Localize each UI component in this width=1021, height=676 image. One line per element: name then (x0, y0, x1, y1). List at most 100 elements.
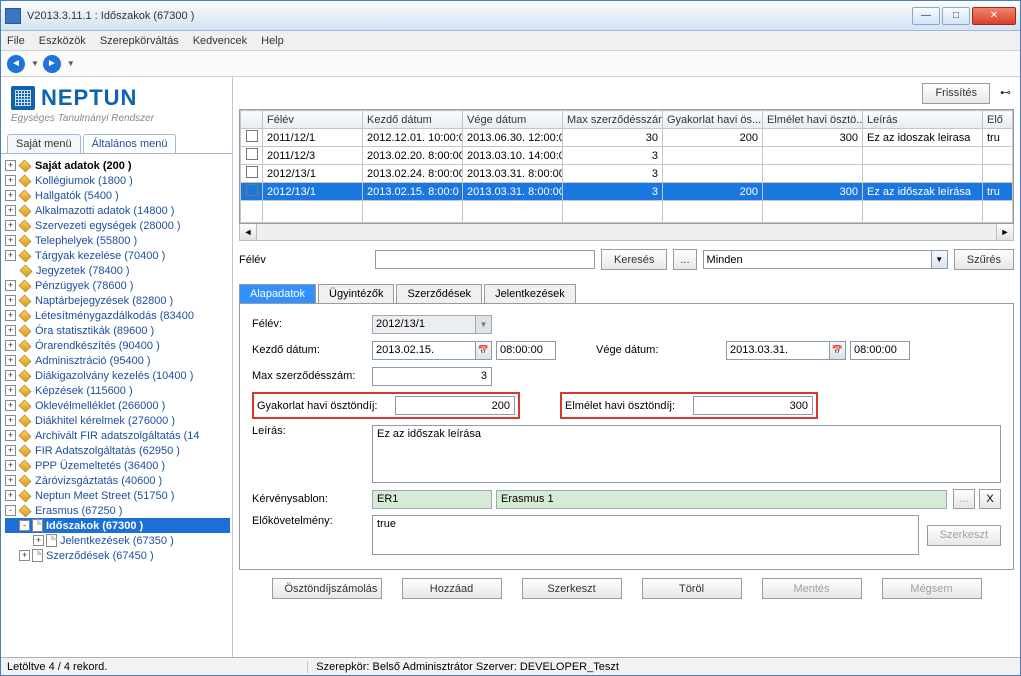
tab-szerzodesek[interactable]: Szerződések (396, 284, 482, 303)
menu-file[interactable]: File (7, 35, 25, 47)
tree-item[interactable]: +Kollégiumok (1800 ) (5, 173, 230, 188)
vege-time-input[interactable] (850, 341, 910, 360)
expand-icon[interactable]: + (5, 160, 16, 171)
tree-item[interactable]: +PPP Üzemeltetés (36400 ) (5, 458, 230, 473)
tree-item[interactable]: +Órarendkészítés (90400 ) (5, 338, 230, 353)
expand-icon[interactable]: + (5, 355, 16, 366)
menu-eszkozok[interactable]: Eszközök (39, 35, 86, 47)
data-grid[interactable]: FélévKezdő dátumVége dátumMax szerződéss… (239, 109, 1014, 224)
table-row[interactable]: 2011/12/32013.02.20. 8:00:002013.03.10. … (241, 147, 1013, 165)
szerkeszt-button[interactable]: Szerkeszt (522, 578, 622, 599)
scroll-left-icon[interactable]: ◄ (240, 224, 257, 240)
column-header[interactable]: Gyakorlat havi ös... (663, 111, 763, 129)
tab-ugyintezok[interactable]: Ügyintézők (318, 284, 394, 303)
tree-item[interactable]: +Diákhitel kérelmek (276000 ) (5, 413, 230, 428)
tree-item[interactable]: +Létesítménygazdálkodás (83400 (5, 308, 230, 323)
tree-item[interactable]: +Tárgyak kezelése (70400 ) (5, 248, 230, 263)
column-header[interactable]: Félév (263, 111, 363, 129)
expand-icon[interactable]: + (5, 205, 16, 216)
tab-alapadatok[interactable]: Alapadatok (239, 284, 316, 303)
tab-jelentkezesek[interactable]: Jelentkezések (484, 284, 576, 303)
expand-icon[interactable]: + (5, 340, 16, 351)
close-button[interactable]: ✕ (972, 7, 1016, 25)
expand-icon[interactable]: + (5, 370, 16, 381)
kezdo-time-input[interactable] (496, 341, 556, 360)
leiras-textarea[interactable]: Ez az időszak leírása (372, 425, 1001, 483)
menu-szerep[interactable]: Szerepkörváltás (100, 35, 179, 47)
szures-button[interactable]: Szűrés (954, 249, 1014, 270)
expand-icon[interactable]: + (5, 385, 16, 396)
vege-date-input[interactable]: 2013.03.31. 📅 (726, 341, 846, 360)
expand-icon[interactable]: + (5, 190, 16, 201)
expand-icon[interactable]: + (5, 490, 16, 501)
tree-item[interactable]: Jegyzetek (78400 ) (5, 263, 230, 278)
expand-icon[interactable]: + (5, 430, 16, 441)
column-header[interactable]: Elő (983, 111, 1013, 129)
frissites-button[interactable]: Frissítés (922, 83, 990, 104)
tree-item[interactable]: +Oklevélmelléklet (266000 ) (5, 398, 230, 413)
tree-item[interactable]: +Szervezeti egységek (28000 ) (5, 218, 230, 233)
gyak-input[interactable] (395, 396, 515, 415)
tree-item[interactable]: +Saját adatok (200 ) (5, 158, 230, 173)
expand-icon[interactable]: + (5, 250, 16, 261)
scroll-right-icon[interactable]: ► (996, 224, 1013, 240)
expand-icon[interactable]: + (33, 535, 44, 546)
tree-item[interactable]: +Szerződések (67450 ) (5, 548, 230, 563)
menu-kedvencek[interactable]: Kedvencek (193, 35, 247, 47)
minimize-button[interactable]: — (912, 7, 940, 25)
expand-icon[interactable]: + (5, 400, 16, 411)
expand-icon[interactable]: - (19, 520, 30, 531)
tree-item[interactable]: +Naptárbejegyzések (82800 ) (5, 293, 230, 308)
expand-icon[interactable]: - (5, 505, 16, 516)
kereses-button[interactable]: Keresés (601, 249, 667, 270)
tree-item[interactable]: -Időszakok (67300 ) (5, 518, 230, 533)
search-input[interactable] (375, 250, 595, 269)
kezdo-date-input[interactable]: 2013.02.15. 📅 (372, 341, 492, 360)
grid-scrollbar[interactable]: ◄ ► (239, 224, 1014, 241)
expand-icon[interactable]: + (5, 325, 16, 336)
hozzaad-button[interactable]: Hozzáad (402, 578, 502, 599)
table-row[interactable]: 2012/13/12013.02.24. 8:00:002013.03.31. … (241, 165, 1013, 183)
calendar-icon[interactable]: 📅 (829, 342, 845, 359)
column-header[interactable]: Kezdő dátum (363, 111, 463, 129)
tree-item[interactable]: +Pénzügyek (78600 ) (5, 278, 230, 293)
tree-item[interactable]: +Óra statisztikák (89600 ) (5, 323, 230, 338)
tab-altalanos-menu[interactable]: Általános menü (83, 134, 177, 153)
elm-input[interactable] (693, 396, 813, 415)
tab-sajat-menu[interactable]: Saját menü (7, 134, 81, 153)
tree-item[interactable]: +Záróvizsgáztatás (40600 ) (5, 473, 230, 488)
column-header[interactable]: Vége dátum (463, 111, 563, 129)
tree-view[interactable]: +Saját adatok (200 )+Kollégiumok (1800 )… (1, 154, 232, 657)
expand-icon[interactable]: + (5, 235, 16, 246)
max-input[interactable] (372, 367, 492, 386)
expand-icon[interactable]: + (5, 460, 16, 471)
kerveny-dots-button[interactable]: ... (953, 489, 975, 509)
column-header[interactable]: Leírás (863, 111, 983, 129)
expand-icon[interactable]: + (19, 550, 30, 561)
maximize-button[interactable]: □ (942, 7, 970, 25)
torol-button[interactable]: Töröl (642, 578, 742, 599)
row-checkbox[interactable] (246, 130, 258, 142)
column-header[interactable]: Elmélet havi ösztö... (763, 111, 863, 129)
tree-item[interactable]: +Adminisztráció (95400 ) (5, 353, 230, 368)
tree-item[interactable]: +Képzések (115600 ) (5, 383, 230, 398)
expand-icon[interactable]: + (5, 175, 16, 186)
forward-button[interactable]: ► (43, 55, 61, 73)
elok-textarea[interactable]: true (372, 515, 919, 555)
expand-icon[interactable]: + (5, 295, 16, 306)
row-checkbox[interactable] (246, 148, 258, 160)
tree-item[interactable]: +Jelentkezések (67350 ) (5, 533, 230, 548)
table-row[interactable]: 2011/12/12012.12.01. 10:00:02013.06.30. … (241, 129, 1013, 147)
expand-icon[interactable]: + (5, 280, 16, 291)
tree-item[interactable]: +Hallgatók (5400 ) (5, 188, 230, 203)
expand-icon[interactable]: + (5, 445, 16, 456)
tree-item[interactable]: +FIR Adatszolgáltatás (62950 ) (5, 443, 230, 458)
back-button[interactable]: ◄ (7, 55, 25, 73)
pin-icon[interactable]: ⊷ (1000, 86, 1014, 100)
column-header[interactable]: Max szerződésszám (563, 111, 663, 129)
expand-icon[interactable]: + (5, 220, 16, 231)
expand-icon[interactable]: + (5, 475, 16, 486)
szerkeszt-elok-button[interactable]: Szerkeszt (927, 525, 1001, 546)
osztondij-button[interactable]: Ösztöndíjszámolás (272, 578, 382, 599)
tree-item[interactable]: -Erasmus (67250 ) (5, 503, 230, 518)
